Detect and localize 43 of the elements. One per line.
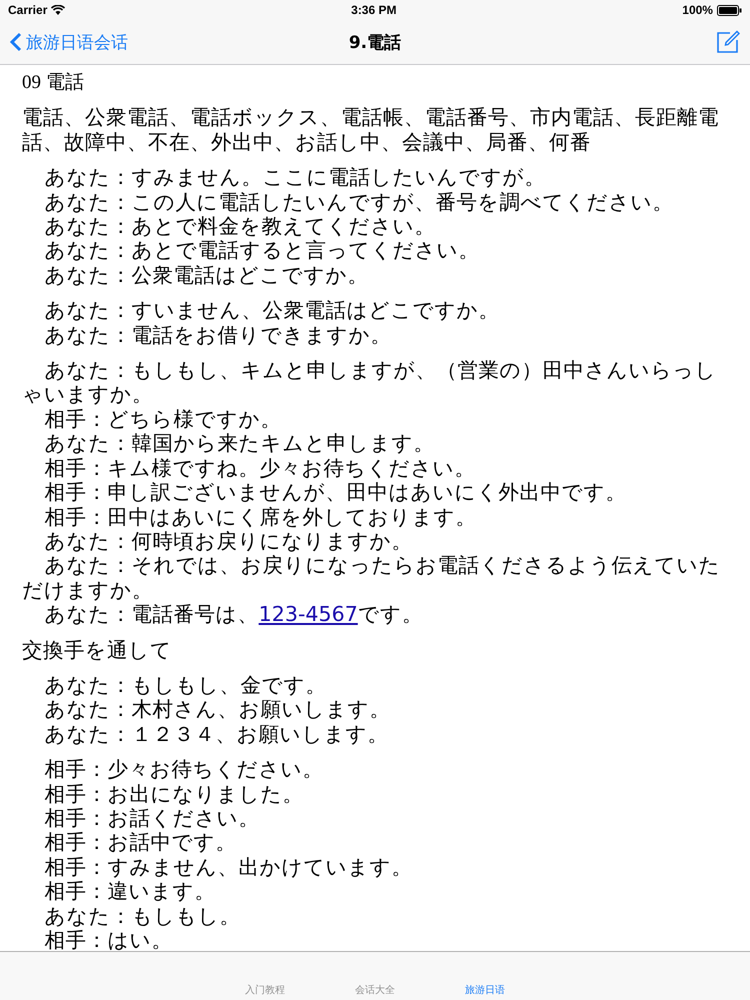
text-line: 相手：キム様ですね。少々お待ちください。 [44,456,477,480]
text-line: あなた：電話番号は、123-4567です。 [44,602,424,627]
text-line: あなた：韓国から来たキムと申します。 [44,431,436,456]
tab-item[interactable]: 入门教程 [240,983,290,997]
text-line: あなた：それでは、お戻りになったらお電話くださるよう伝えていただけますか。 [22,553,722,602]
text-line: あなた：木村さん、お願いします。 [44,697,392,722]
text-line: 相手：田中はあいにく席を外しております。 [44,504,478,529]
text-line: 相手：少々お待ちください。 [44,757,325,782]
compose-icon[interactable] [716,30,740,54]
text-line: あなた：あとで料金を教えてください。 [44,214,437,238]
text-line: 相手：違います。 [44,879,217,904]
text-line: 相手：お話中です。 [44,830,238,855]
text-line: あなた：この人に電話したいんですが、番号を調べてください。 [44,190,675,214]
back-button[interactable]: 旅游日语会话 [10,30,128,54]
text-line: あなた：もしもし、金です。 [44,672,328,698]
text-line: 相手：はい。 [44,928,174,952]
text-line: あなた：あとで電話すると言ってください。 [44,238,481,263]
text-line: 相手：お話ください。 [44,806,261,830]
chevron-left-icon [10,32,22,52]
battery-label: 100% [682,3,713,17]
wifi-icon [51,5,66,15]
text-line: あなた：もしもし。 [44,904,242,928]
text-line: 相手：申し訳ございませんが、田中はあいにく外出中です。 [44,480,628,504]
text-line: あなた：もしもし、キムと申しますが、（営業の）田中さんいらっしゃいますか。 [22,358,718,407]
text-line: 相手：どちら様ですか。 [44,406,283,432]
section-heading: 09 電話 [22,71,85,95]
text-line: あなた：１２３４、お願いします。 [44,722,390,746]
time-label: 3:36 PM [351,3,396,17]
phone-link[interactable]: 123-4567 [258,602,358,626]
text-line: 相手：すみません、出かけています。 [44,854,414,880]
text-line: あなた：何時頃お戻りになりますか。 [44,528,414,554]
text-line: あなた：すいません、公衆電話はどこですか。 [44,298,501,323]
text-line: 電話、公衆電話、電話ボックス、電話帳、電話番号、市内電話、長距離電話、故障中、不在、外出中、お話し中、会議中、局番、何番 [22,105,720,154]
tab-item[interactable]: 旅游日语 [460,983,510,997]
text-line: あなた：公衆電話はどこですか。 [44,262,370,288]
carrier-label: Carrier [8,3,48,17]
nav-title: 9.電話 [348,32,402,54]
tab-item[interactable]: 会话大全 [350,983,400,997]
text-line: 相手：お出になりました。 [44,782,305,806]
battery-icon [716,4,742,16]
text-line: あなた：すみません。ここに電話したいんですが。 [44,165,547,190]
text-line: 交換手を通して [22,638,173,662]
text-line: あなた：電話をお借りできますか。 [44,322,393,348]
